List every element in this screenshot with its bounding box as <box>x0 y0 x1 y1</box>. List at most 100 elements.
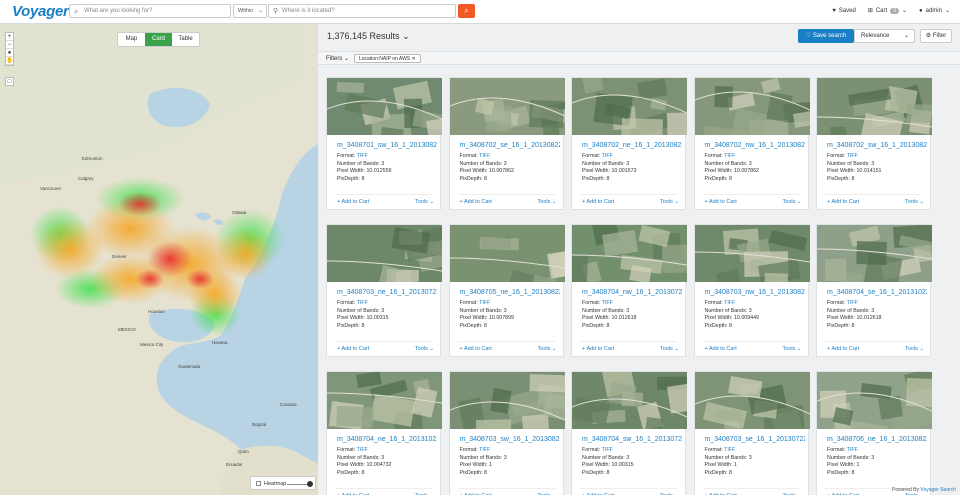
thumbnail-image[interactable] <box>694 372 810 429</box>
result-card[interactable]: m_3408702_sw_16_1_20130822 Format: TIFF … <box>816 77 932 210</box>
heatmap-checkbox[interactable] <box>256 481 261 486</box>
thumbnail-image[interactable] <box>572 225 687 282</box>
tools-menu[interactable]: Tools ⌄ <box>905 346 924 352</box>
card-title[interactable]: m_3408702_nw_16_1_20130822 <box>705 142 805 149</box>
result-card[interactable]: m_3408704_sw_16_1_20130722 Format: TIFF … <box>571 371 687 495</box>
filters-toggle[interactable]: Filters ⌄ <box>326 55 349 62</box>
add-to-cart-button[interactable]: + Add to Cart <box>337 346 369 352</box>
heatmap-toggle[interactable]: Heatmap <box>250 476 316 490</box>
tab-card[interactable]: Card <box>145 33 172 46</box>
globe-icon[interactable]: ● <box>6 49 13 57</box>
result-card[interactable]: m_3408703_sw_16_1_20130822 Format: TIFF … <box>448 371 565 495</box>
save-search-button[interactable]: ♡ Save search <box>798 29 854 43</box>
sort-select[interactable]: Relevance ⌄ <box>854 29 915 43</box>
tab-map[interactable]: Map <box>118 33 145 46</box>
thumbnail-image[interactable] <box>572 372 687 429</box>
thumbnail-image[interactable] <box>449 372 565 429</box>
powered-brand[interactable]: Voyager Search <box>920 487 956 493</box>
add-to-cart-button[interactable]: + Add to Cart <box>460 346 492 352</box>
result-card[interactable]: m_3408704_se_16_1_20131022 Format: TIFF … <box>816 224 932 357</box>
card-title[interactable]: m_3408703_nw_16_1_20130822 <box>705 289 805 296</box>
card-title[interactable]: m_3408706_ne_16_1_20130822 <box>827 436 927 443</box>
card-title[interactable]: m_3408705_ne_16_1_20130822 <box>460 289 560 296</box>
card-title[interactable]: m_3408703_se_16_1_20130722 <box>705 436 805 443</box>
result-card[interactable]: m_3408704_ne_16_1_20131022 Format: TIFF … <box>326 371 442 495</box>
hand-pan-icon[interactable]: ✋ <box>6 57 13 65</box>
add-to-cart-button[interactable]: + Add to Cart <box>337 199 369 205</box>
tools-menu[interactable]: Tools ⌄ <box>538 199 557 205</box>
card-title[interactable]: m_3408702_se_16_1_20130822 <box>460 142 560 149</box>
result-card[interactable]: m_3408703_nw_16_1_20130822 Format: TIFF … <box>693 224 810 357</box>
format-value[interactable]: TIFF <box>479 300 490 306</box>
thumbnail-image[interactable] <box>327 78 442 135</box>
card-title[interactable]: m_3408704_ne_16_1_20131022 <box>337 436 437 443</box>
result-card[interactable]: m_3408702_se_16_1_20130822 Format: TIFF … <box>448 77 565 210</box>
location-input[interactable]: ⚲ Where is it located? <box>268 4 456 18</box>
thumbnail-image[interactable] <box>694 225 810 282</box>
active-filter-chip[interactable]: Location:NAIP on AWS ✕ <box>354 54 421 63</box>
heatmap-slider-handle[interactable] <box>307 481 313 487</box>
format-value[interactable]: TIFF <box>724 447 735 453</box>
format-value[interactable]: TIFF <box>724 153 735 159</box>
result-card[interactable]: m_3408703_se_16_1_20130722 Format: TIFF … <box>693 371 810 495</box>
format-value[interactable]: TIFF <box>847 447 858 453</box>
cart-link[interactable]: ⊞ Cart 0 ⌄ <box>868 7 907 14</box>
format-value[interactable]: TIFF <box>847 300 858 306</box>
format-value[interactable]: TIFF <box>602 300 613 306</box>
add-to-cart-button[interactable]: + Add to Cart <box>705 346 737 352</box>
card-title[interactable]: m_3408701_sw_16_1_20130822 <box>337 142 437 149</box>
card-title[interactable]: m_3408702_sw_16_1_20130822 <box>827 142 927 149</box>
user-menu[interactable]: ● admin ⌄ <box>919 7 950 15</box>
tools-menu[interactable]: Tools ⌄ <box>660 346 679 352</box>
zoom-out-icon[interactable]: − <box>6 41 13 49</box>
within-select[interactable]: Within ⌄ <box>233 4 267 18</box>
tools-menu[interactable]: Tools ⌄ <box>415 346 434 352</box>
search-input[interactable]: ⌕ What are you looking for? <box>69 4 231 18</box>
tools-menu[interactable]: Tools ⌄ <box>660 199 679 205</box>
tools-menu[interactable]: Tools ⌄ <box>783 346 802 352</box>
result-card[interactable]: m_3408705_ne_16_1_20130822 Format: TIFF … <box>448 224 565 357</box>
format-value[interactable]: TIFF <box>357 447 368 453</box>
format-value[interactable]: TIFF <box>479 447 490 453</box>
card-title[interactable]: m_3408703_ne_16_1_20130722 <box>337 289 437 296</box>
map-panel[interactable]: Edmonton Calgary Vancouver Denver Ottawa… <box>0 24 318 495</box>
thumbnail-image[interactable] <box>817 225 932 282</box>
result-card[interactable]: m_3408703_ne_16_1_20130722 Format: TIFF … <box>326 224 442 357</box>
format-value[interactable]: TIFF <box>602 153 613 159</box>
tools-menu[interactable]: Tools ⌄ <box>538 346 557 352</box>
thumbnail-image[interactable] <box>817 78 932 135</box>
result-card[interactable]: m_3408701_sw_16_1_20130822 Format: TIFF … <box>326 77 442 210</box>
search-button[interactable]: ⌕ <box>458 4 475 18</box>
thumbnail-image[interactable] <box>327 372 442 429</box>
thumbnail-image[interactable] <box>817 372 932 429</box>
tab-table[interactable]: Table <box>172 33 199 46</box>
result-card[interactable]: m_3408702_ne_16_1_20130822 Format: TIFF … <box>571 77 687 210</box>
add-to-cart-button[interactable]: + Add to Cart <box>582 199 614 205</box>
add-to-cart-button[interactable]: + Add to Cart <box>705 199 737 205</box>
add-to-cart-button[interactable]: + Add to Cart <box>827 346 859 352</box>
thumbnail-image[interactable] <box>449 78 565 135</box>
filter-button[interactable]: ⚙ Filter <box>920 29 952 43</box>
result-card[interactable]: m_3408704_nw_16_1_20130722 Format: TIFF … <box>571 224 687 357</box>
add-to-cart-button[interactable]: + Add to Cart <box>460 199 492 205</box>
format-value[interactable]: TIFF <box>724 300 735 306</box>
voyager-logo[interactable]: Voyager <box>12 3 69 20</box>
format-value[interactable]: TIFF <box>357 300 368 306</box>
tools-menu[interactable]: Tools ⌄ <box>905 199 924 205</box>
format-value[interactable]: TIFF <box>357 153 368 159</box>
tools-menu[interactable]: Tools ⌄ <box>783 199 802 205</box>
zoom-in-icon[interactable]: + <box>6 33 13 41</box>
format-value[interactable]: TIFF <box>847 153 858 159</box>
tools-menu[interactable]: Tools ⌄ <box>415 199 434 205</box>
format-value[interactable]: TIFF <box>602 447 613 453</box>
map-canvas[interactable] <box>0 24 318 495</box>
card-title[interactable]: m_3408703_sw_16_1_20130822 <box>460 436 560 443</box>
thumbnail-image[interactable] <box>327 225 442 282</box>
card-title[interactable]: m_3408704_nw_16_1_20130722 <box>582 289 682 296</box>
add-to-cart-button[interactable]: + Add to Cart <box>827 199 859 205</box>
results-count[interactable]: 1,376,145 Results ⌄ <box>327 31 410 42</box>
format-value[interactable]: TIFF <box>479 153 490 159</box>
thumbnail-image[interactable] <box>572 78 687 135</box>
draw-box-icon[interactable]: □ <box>5 77 14 86</box>
saved-link[interactable]: ♥ Saved <box>832 8 856 14</box>
